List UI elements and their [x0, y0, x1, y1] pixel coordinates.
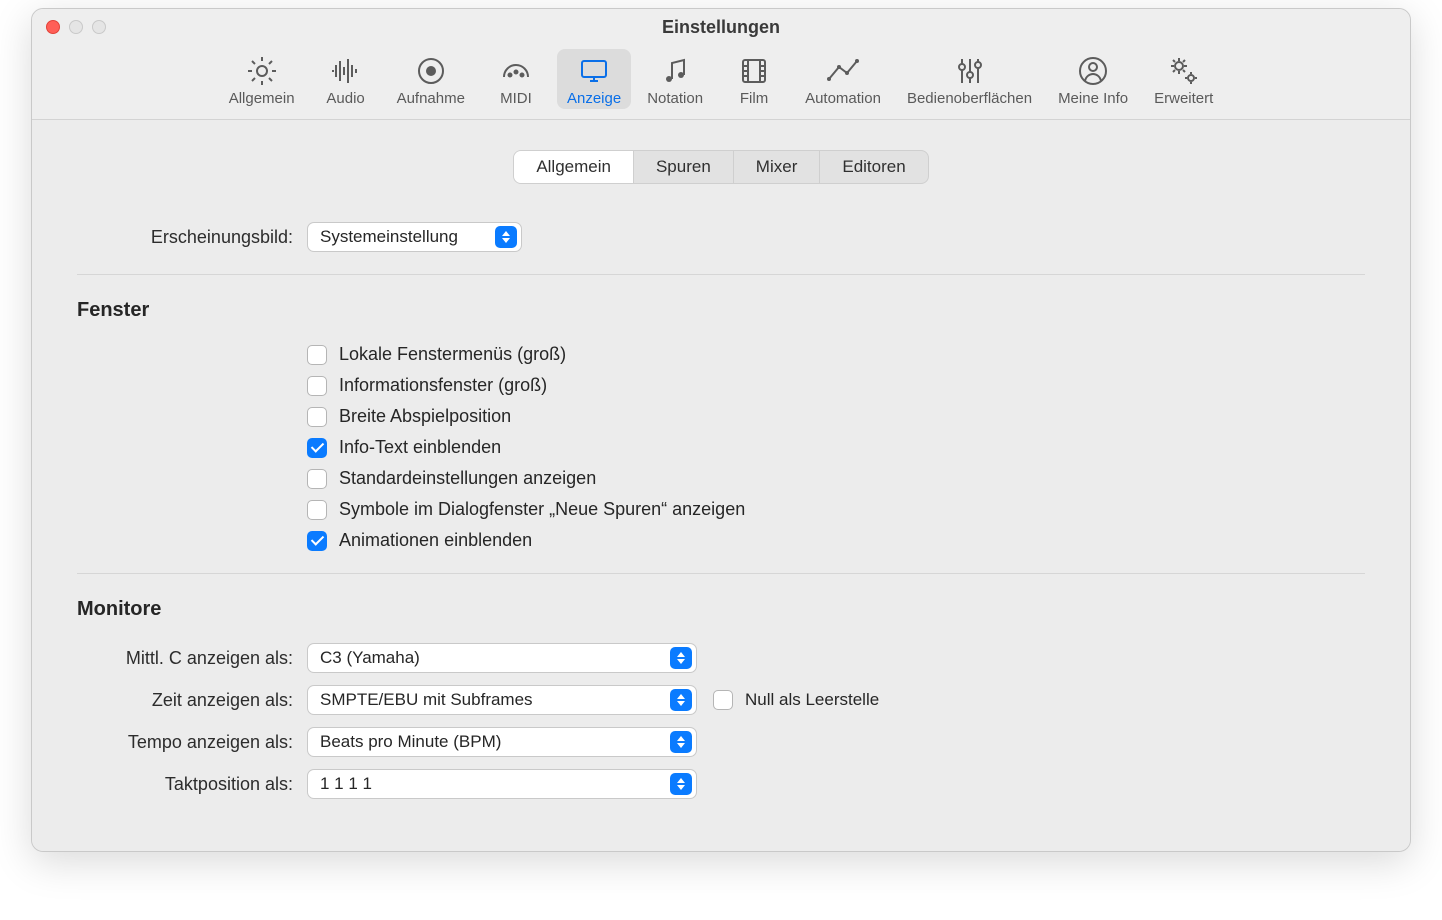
- middle-c-value: C3 (Yamaha): [320, 648, 420, 668]
- middle-c-label: Mittl. C anzeigen als:: [77, 648, 307, 669]
- time-select[interactable]: SMPTE/EBU mit Subframes: [307, 685, 697, 715]
- toolbar-record[interactable]: Aufnahme: [387, 49, 475, 109]
- check-row: Informationsfenster (groß): [307, 375, 1365, 396]
- checkbox[interactable]: [307, 438, 327, 458]
- check-row: Lokale Fenstermenüs (groß): [307, 344, 1365, 365]
- stepper-icon: [670, 731, 692, 753]
- toolbar-label: Erweitert: [1154, 90, 1213, 107]
- user-icon: [1075, 53, 1111, 89]
- subtab-spuren[interactable]: Spuren: [634, 151, 734, 183]
- checkbox[interactable]: [307, 500, 327, 520]
- subtab-allgemein[interactable]: Allgemein: [514, 151, 634, 183]
- tempo-value: Beats pro Minute (BPM): [320, 732, 501, 752]
- stepper-icon: [495, 226, 517, 248]
- checkbox-label: Animationen einblenden: [339, 530, 532, 551]
- toolbar-user[interactable]: Meine Info: [1048, 49, 1138, 109]
- toolbar-label: Notation: [647, 90, 703, 107]
- midi-icon: [498, 53, 534, 89]
- subtab-bar: AllgemeinSpurenMixerEditoren: [513, 150, 928, 184]
- stepper-icon: [670, 689, 692, 711]
- toolbar-automation[interactable]: Automation: [795, 49, 891, 109]
- tempo-select[interactable]: Beats pro Minute (BPM): [307, 727, 697, 757]
- film-icon: [736, 53, 772, 89]
- checkbox[interactable]: [307, 469, 327, 489]
- checkbox-label: Breite Abspielposition: [339, 406, 511, 427]
- checkbox-label: Informationsfenster (groß): [339, 375, 547, 396]
- toolbar-label: Aufnahme: [397, 90, 465, 107]
- toolbar-label: Automation: [805, 90, 881, 107]
- checkbox-label: Standardeinstellungen anzeigen: [339, 468, 596, 489]
- gear-icon: [244, 53, 280, 89]
- check-row: Animationen einblenden: [307, 530, 1365, 551]
- toolbar-label: Bedienoberflächen: [907, 90, 1032, 107]
- display-icon: [576, 53, 612, 89]
- toolbar-display[interactable]: Anzeige: [557, 49, 631, 109]
- checkbox[interactable]: [307, 345, 327, 365]
- titlebar: Einstellungen: [32, 9, 1410, 45]
- checkbox[interactable]: [307, 531, 327, 551]
- separator: [77, 573, 1365, 574]
- separator: [77, 274, 1365, 275]
- stepper-icon: [670, 647, 692, 669]
- time-label: Zeit anzeigen als:: [77, 690, 307, 711]
- toolbar-notation[interactable]: Notation: [637, 49, 713, 109]
- toolbar-label: MIDI: [500, 90, 532, 107]
- zero-as-space-checkbox[interactable]: [713, 690, 733, 710]
- check-row: Info-Text einblenden: [307, 437, 1365, 458]
- appearance-select[interactable]: Systemeinstellung: [307, 222, 522, 252]
- toolbar-film[interactable]: Film: [719, 49, 789, 109]
- toolbar-label: Film: [740, 90, 768, 107]
- record-icon: [413, 53, 449, 89]
- stepper-icon: [670, 773, 692, 795]
- appearance-label: Erscheinungsbild:: [77, 227, 307, 248]
- toolbar-audio[interactable]: Audio: [311, 49, 381, 109]
- subtab-editoren[interactable]: Editoren: [820, 151, 927, 183]
- toolbar-label: Audio: [326, 90, 364, 107]
- time-value: SMPTE/EBU mit Subframes: [320, 690, 533, 710]
- middle-c-select[interactable]: C3 (Yamaha): [307, 643, 697, 673]
- section-fenster-title: Fenster: [77, 299, 1365, 322]
- preferences-window: Einstellungen Allgemein Audio Aufnahme MIDI…: [31, 8, 1411, 852]
- toolbar: Allgemein Audio Aufnahme MIDI Anzeige Notatio…: [32, 45, 1410, 120]
- check-row: Breite Abspielposition: [307, 406, 1365, 427]
- toolbar-label: Anzeige: [567, 90, 621, 107]
- toolbar-gear[interactable]: Allgemein: [219, 49, 305, 109]
- audio-icon: [328, 53, 364, 89]
- toolbar-sliders[interactable]: Bedienoberflächen: [897, 49, 1042, 109]
- section-monitore-title: Monitore: [77, 598, 1365, 621]
- bar-value: 1 1 1 1: [320, 774, 372, 794]
- bar-select[interactable]: 1 1 1 1: [307, 769, 697, 799]
- checkbox[interactable]: [307, 376, 327, 396]
- sliders-icon: [952, 53, 988, 89]
- checkbox-label: Symbole im Dialogfenster „Neue Spuren“ a…: [339, 499, 745, 520]
- checkbox-label: Lokale Fenstermenüs (groß): [339, 344, 566, 365]
- toolbar-label: Meine Info: [1058, 90, 1128, 107]
- gears-icon: [1166, 53, 1202, 89]
- checkbox-label: Info-Text einblenden: [339, 437, 501, 458]
- fenster-checklist: Lokale Fenstermenüs (groß) Informationsfe…: [307, 344, 1365, 551]
- toolbar-midi[interactable]: MIDI: [481, 49, 551, 109]
- checkbox[interactable]: [307, 407, 327, 427]
- content-area: AllgemeinSpurenMixerEditoren Erscheinung…: [32, 120, 1410, 851]
- automation-icon: [825, 53, 861, 89]
- bar-label: Taktposition als:: [77, 774, 307, 795]
- window-title: Einstellungen: [32, 17, 1410, 38]
- notation-icon: [657, 53, 693, 89]
- check-row: Symbole im Dialogfenster „Neue Spuren“ a…: [307, 499, 1365, 520]
- subtab-mixer[interactable]: Mixer: [734, 151, 821, 183]
- zero-as-space-label: Null als Leerstelle: [745, 690, 879, 710]
- tempo-label: Tempo anzeigen als:: [77, 732, 307, 753]
- check-row: Standardeinstellungen anzeigen: [307, 468, 1365, 489]
- toolbar-label: Allgemein: [229, 90, 295, 107]
- appearance-value: Systemeinstellung: [320, 227, 458, 247]
- toolbar-gears[interactable]: Erweitert: [1144, 49, 1223, 109]
